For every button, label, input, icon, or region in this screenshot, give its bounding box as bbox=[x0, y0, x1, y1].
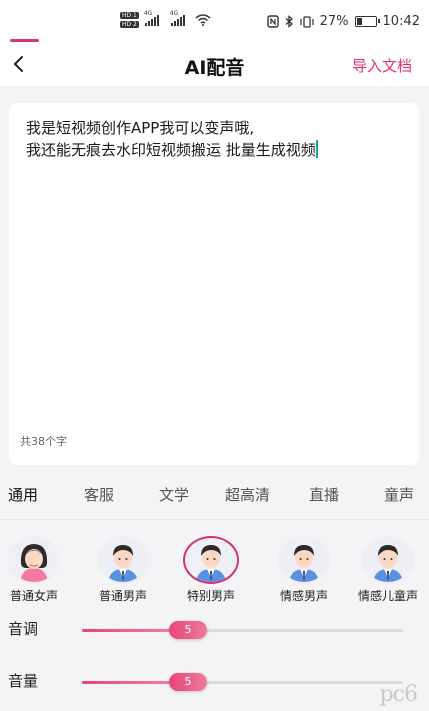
nfc-icon bbox=[266, 15, 279, 28]
voice-item[interactable]: 普通女声 bbox=[0, 536, 74, 604]
tab-customer-service[interactable]: 客服 bbox=[84, 484, 114, 505]
voice-label: 普通女声 bbox=[9, 589, 58, 603]
volume-slider-thumb[interactable]: 5 bbox=[169, 673, 207, 691]
tab-divider bbox=[0, 519, 429, 520]
pitch-label: 音调 bbox=[8, 620, 39, 638]
voice-label: 特别男声 bbox=[186, 589, 235, 603]
pitch-track[interactable] bbox=[82, 629, 403, 632]
male-avatar-icon bbox=[97, 536, 149, 584]
female-avatar-icon bbox=[8, 536, 60, 584]
active-tab-indicator bbox=[10, 39, 39, 42]
wifi-icon bbox=[195, 14, 211, 26]
import-document-button[interactable]: 导入文档 bbox=[352, 55, 412, 76]
sim-indicators: HD 1 HD 2 bbox=[120, 12, 139, 28]
pitch-slider-row: 音调 5 bbox=[0, 615, 429, 645]
vibrate-icon bbox=[300, 15, 314, 28]
hd2-badge: HD 2 bbox=[120, 21, 139, 28]
clock: 10:42 bbox=[382, 14, 420, 29]
volume-track[interactable] bbox=[82, 681, 403, 684]
voice-category-tabs: 通用 客服 文学 超高清 直播 童声 bbox=[0, 478, 429, 518]
voice-list: 普通女声 普通男声 特别男声 情感男声 情感儿童声 bbox=[0, 536, 429, 606]
pitch-slider-thumb[interactable]: 5 bbox=[169, 621, 207, 639]
char-count: 共38个字 bbox=[20, 435, 67, 448]
voice-item[interactable]: 情感儿童声 bbox=[348, 536, 428, 604]
app-header: AI配音 导入文档 bbox=[0, 44, 429, 86]
voice-item[interactable]: 情感男声 bbox=[264, 536, 344, 604]
volume-label: 音量 bbox=[8, 672, 39, 690]
watermark-logo: pc6 bbox=[379, 682, 418, 707]
tab-ultra-hd[interactable]: 超高清 bbox=[225, 484, 270, 505]
status-right: 27% 10:42 bbox=[266, 14, 420, 29]
bluetooth-icon bbox=[285, 15, 293, 28]
volume-slider-row: 音量 5 bbox=[0, 667, 429, 697]
editor-text[interactable]: 我是短视频创作APP我可以变声哦, 我还能无痕去水印短视频搬运 批量生成视频 bbox=[26, 117, 405, 161]
male-avatar-icon bbox=[183, 536, 239, 584]
signal-icon-2: 4G bbox=[170, 10, 185, 26]
voice-label: 情感男声 bbox=[279, 589, 328, 603]
text-cursor bbox=[315, 140, 318, 158]
signal-icon: 4G bbox=[144, 10, 159, 26]
tab-general[interactable]: 通用 bbox=[8, 484, 38, 505]
text-editor[interactable]: 我是短视频创作APP我可以变声哦, 我还能无痕去水印短视频搬运 批量生成视频 共… bbox=[9, 103, 419, 465]
voice-item-selected[interactable]: 特别男声 bbox=[171, 536, 251, 604]
voice-label: 情感儿童声 bbox=[357, 589, 418, 603]
tab-live[interactable]: 直播 bbox=[309, 484, 339, 505]
battery-icon bbox=[354, 16, 380, 27]
hd1-badge: HD 1 bbox=[120, 12, 139, 19]
tab-child-voice[interactable]: 童声 bbox=[384, 484, 414, 505]
male-avatar-icon bbox=[278, 536, 330, 584]
voice-label: 普通男声 bbox=[98, 589, 147, 603]
voice-item[interactable]: 普通男声 bbox=[83, 536, 163, 604]
battery-percent: 27% bbox=[319, 14, 349, 29]
male-avatar-icon bbox=[362, 536, 414, 584]
signal-group: HD 1 HD 2 4G 4G bbox=[120, 10, 211, 28]
status-bar: HD 1 HD 2 4G 4G 27% 10:42 bbox=[0, 0, 429, 44]
tab-literature[interactable]: 文学 bbox=[159, 484, 189, 505]
